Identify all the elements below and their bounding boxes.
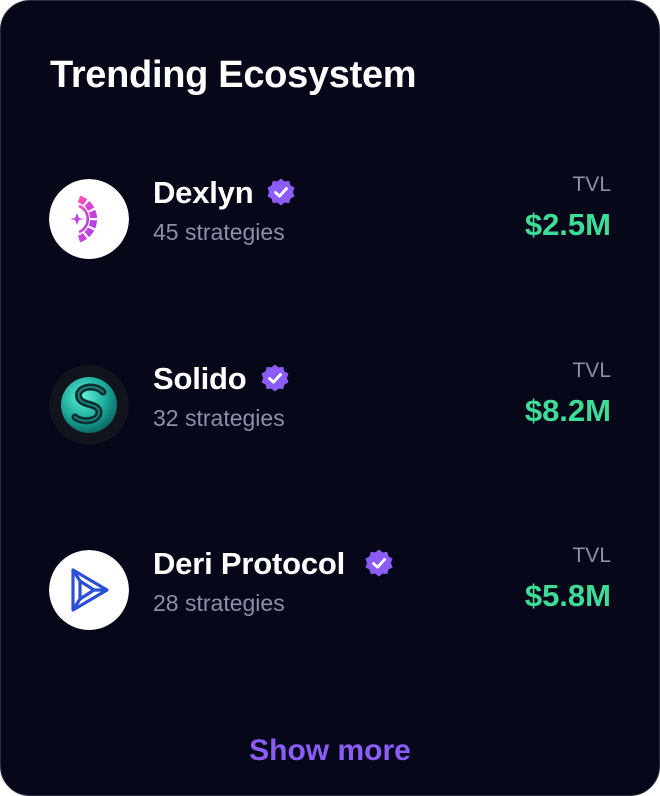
ecosystem-row-dexlyn[interactable]: Dexlyn 45 strategies TVL $2.5M — [1, 169, 659, 269]
strategies-count: 32 strategies — [153, 405, 285, 431]
verified-badge-icon — [363, 548, 395, 580]
ecosystem-row-deri-protocol[interactable]: Deri Protocol 28 strategies TVL $5.8M — [1, 540, 659, 640]
show-more-button[interactable]: Show more — [1, 731, 659, 771]
strategies-count: 45 strategies — [153, 219, 285, 245]
strategies-count: 28 strategies — [153, 590, 285, 616]
verified-badge-icon — [259, 363, 291, 395]
solido-logo-icon — [49, 365, 129, 445]
deri-protocol-logo-icon — [49, 550, 129, 630]
tvl-value: $8.2M — [524, 393, 611, 428]
tvl-value: $2.5M — [524, 207, 611, 242]
tvl-label: TVL — [572, 544, 611, 567]
ecosystem-row-solido[interactable]: Solido 32 strategies TVL $8.2M — [1, 355, 659, 455]
ecosystem-name[interactable]: Solido — [153, 361, 247, 397]
tvl-label: TVL — [572, 359, 611, 382]
tvl-label: TVL — [572, 173, 611, 196]
ecosystem-name[interactable]: Deri Protocol — [153, 546, 345, 582]
dexlyn-logo-icon — [49, 179, 129, 259]
trending-ecosystem-card: Trending Ecosystem Dexlyn 45 strategies … — [0, 0, 660, 796]
card-title: Trending Ecosystem — [50, 54, 417, 96]
tvl-value: $5.8M — [524, 578, 611, 613]
ecosystem-name[interactable]: Dexlyn — [153, 175, 254, 211]
verified-badge-icon — [265, 177, 297, 209]
